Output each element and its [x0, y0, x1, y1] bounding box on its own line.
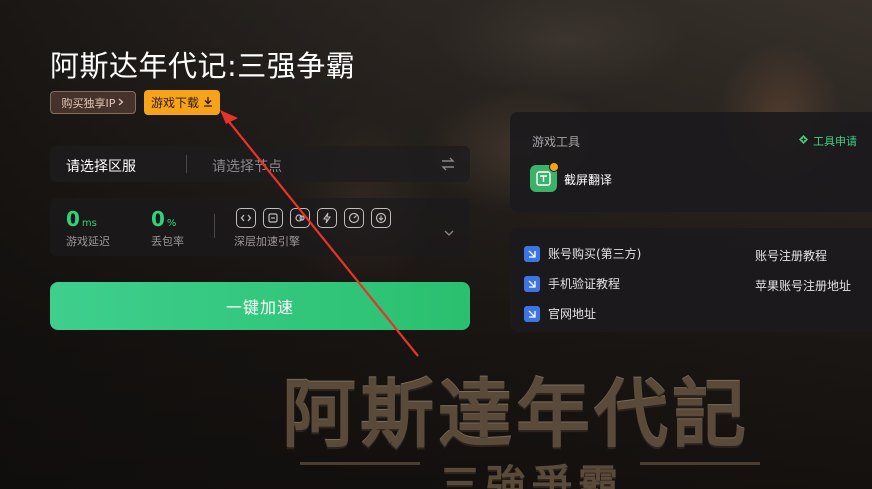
- engine-link-icon[interactable]: [290, 208, 310, 228]
- links-panel: 账号购买(第三方) 手机验证教程 官网地址 账号注册教程 苹果账号注册地址: [510, 228, 872, 332]
- tool-apply-label: 工具申请: [813, 135, 857, 148]
- game-download-button[interactable]: 游戏下载: [144, 90, 220, 115]
- selector-divider: [186, 155, 187, 173]
- packet-loss-label: 丢包率: [151, 235, 184, 248]
- packet-loss-value: 0%: [151, 207, 177, 231]
- official-site-link[interactable]: 官网地址: [524, 305, 596, 322]
- tool-badge-icon: [549, 162, 559, 172]
- official-site-label: 官网地址: [548, 307, 597, 321]
- account-purchase-link[interactable]: 账号购买(第三方): [524, 245, 641, 262]
- packet-loss-unit: %: [166, 218, 177, 229]
- phone-verify-tutorial-link[interactable]: 手机验证教程: [524, 275, 620, 292]
- tool-apply-icon: [798, 134, 809, 148]
- game-download-label: 游戏下载: [150, 96, 199, 110]
- art-subtitle: 三強爭霸: [440, 461, 624, 489]
- engine-speed-icon[interactable]: [344, 208, 364, 228]
- art-title-rule-left: [300, 462, 420, 465]
- chevron-right-icon: [118, 96, 124, 109]
- buy-ip-button[interactable]: 购买独享IP: [50, 91, 136, 114]
- chevron-down-icon[interactable]: [444, 222, 454, 236]
- download-icon: [203, 96, 213, 110]
- game-tools-heading: 游戏工具: [532, 135, 581, 149]
- engine-route-icon[interactable]: [263, 208, 283, 228]
- game-tools-panel: 游戏工具 工具申请 截屏翻译: [510, 112, 872, 212]
- art-title-rule-right: [640, 462, 760, 465]
- phone-verify-tutorial-label: 手机验证教程: [548, 277, 621, 291]
- engine-protocol-icon[interactable]: [236, 208, 256, 228]
- node-select[interactable]: 请选择节点: [212, 156, 282, 176]
- link-icon: [524, 305, 540, 322]
- latency-value: 0 ms: [66, 207, 97, 231]
- server-node-selector: 请选择区服 请选择节点: [50, 146, 470, 182]
- link-icon: [524, 275, 540, 292]
- region-select[interactable]: 请选择区服: [66, 156, 136, 176]
- buy-ip-label: 购买独享IP: [61, 96, 116, 110]
- art-title: 阿斯達年代記: [282, 372, 750, 458]
- engine-boost-icon[interactable]: [317, 208, 337, 228]
- apple-register-address-link[interactable]: 苹果账号注册地址: [755, 277, 851, 294]
- screen-translate-label[interactable]: 截屏翻译: [564, 171, 612, 188]
- link-icon: [524, 245, 540, 262]
- account-purchase-label: 账号购买(第三方): [548, 247, 642, 261]
- latency-unit: ms: [81, 218, 97, 229]
- stats-panel: 0 ms 游戏延迟 0% 丢包率 深层加速引擎: [50, 198, 470, 256]
- swap-icon[interactable]: [440, 155, 456, 173]
- engine-download-icon[interactable]: [371, 208, 391, 228]
- one-click-accelerate-button[interactable]: 一键加速: [50, 282, 470, 330]
- engine-label: 深层加速引擎: [234, 235, 300, 248]
- game-title: 阿斯达年代记:三强争霸: [50, 49, 356, 83]
- stats-divider: [214, 214, 215, 238]
- account-register-tutorial-link[interactable]: 账号注册教程: [755, 247, 827, 264]
- tool-apply-link[interactable]: 工具申请: [798, 133, 857, 149]
- latency-label: 游戏延迟: [66, 235, 110, 248]
